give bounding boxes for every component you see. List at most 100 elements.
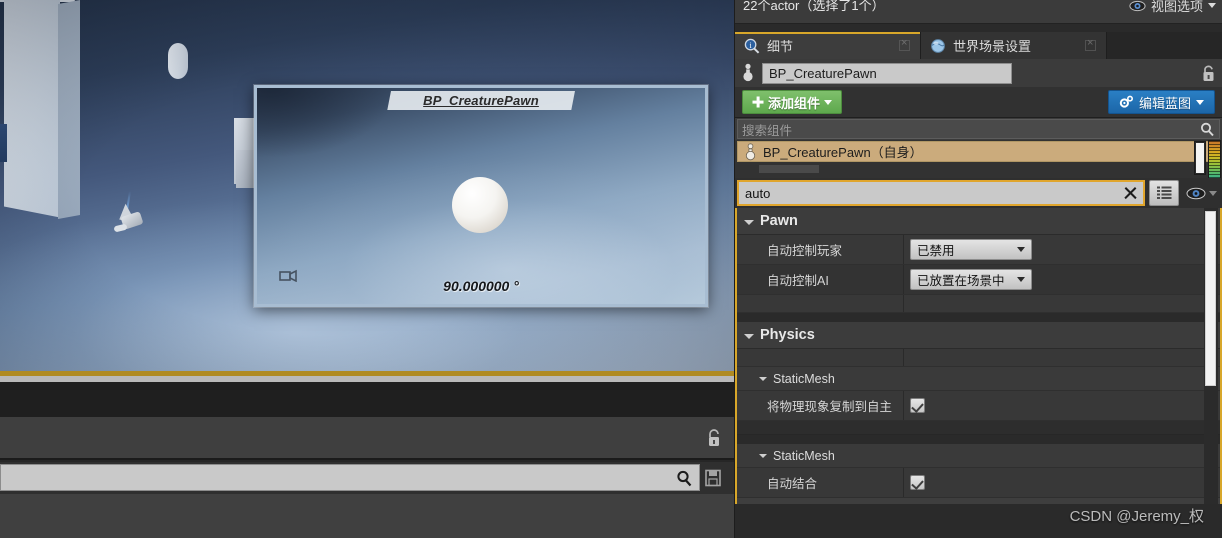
properties-scrollbar[interactable]: [1204, 208, 1218, 504]
property-row-replicate-physics-to-autonomous[interactable]: 将物理现象复制到自主: [737, 391, 1220, 421]
chevron-expanded-icon: [744, 333, 754, 339]
edit-blueprint-label: 编辑蓝图: [1138, 95, 1191, 111]
category-header-pawn[interactable]: Pawn: [737, 208, 1220, 235]
editor-window: BP_CreaturePawn 90.000000 ° 22个actor（选择了…: [0, 0, 1222, 538]
add-component-label: 添加组件: [768, 95, 821, 111]
property-value: [903, 391, 1220, 420]
panel-accent-bar: [0, 124, 7, 162]
edit-blueprint-button[interactable]: 编辑蓝图: [1107, 90, 1215, 114]
component-search-input[interactable]: 搜索组件: [737, 119, 1220, 139]
globe-icon: [931, 38, 945, 53]
view-options-label: 视图选项: [1150, 0, 1203, 14]
property-filter-value: auto: [745, 185, 771, 201]
category-title-pawn: Pawn: [760, 213, 798, 229]
close-icon[interactable]: [1123, 186, 1137, 200]
spacer-left: [737, 349, 903, 366]
properties-list: Pawn 自动控制玩家 已禁用 自动控制AI 已放置在场景中 Physics S…: [735, 208, 1222, 504]
details-tabs: i 细节 世界场景设置: [735, 32, 1222, 59]
properties-scrollbar-thumb[interactable]: [1205, 211, 1216, 386]
component-search-row: 搜索组件: [735, 118, 1222, 140]
details-magnifier-icon: i: [744, 38, 760, 54]
property-filter-row: auto: [735, 178, 1222, 208]
subcategory-header-staticmesh[interactable]: StaticMesh: [737, 444, 1220, 468]
camera-preview-label: BP_CreaturePawn: [387, 91, 575, 110]
category-gap: [737, 435, 1220, 444]
pawn-icon: [743, 63, 753, 82]
actor-count-bar: 22个actor（选择了1个） 视图选项: [735, 0, 1222, 24]
panel-dark-strip: [0, 382, 734, 417]
chevron-down-icon: [1017, 247, 1025, 252]
panel-search-row: [0, 462, 734, 494]
auto-possess-ai-value: 已放置在场景中: [917, 274, 1005, 288]
tab-world-settings-label: 世界场景设置: [953, 39, 1032, 54]
property-filter-input[interactable]: auto: [737, 180, 1145, 206]
property-row-spacer: [737, 349, 1220, 367]
preview-sphere-mesh: [452, 177, 508, 233]
collapse-section-button[interactable]: [737, 498, 1220, 504]
search-icon[interactable]: [1200, 122, 1215, 137]
property-label: 将物理现象复制到自主: [767, 400, 893, 414]
property-value: 已放置在场景中: [903, 265, 1220, 294]
pawn-icon: [745, 142, 756, 160]
panel-content-area: [0, 494, 734, 538]
category-gap: [737, 313, 1220, 322]
replicate-physics-checkbox[interactable]: [910, 398, 925, 413]
subcategory-title: StaticMesh: [773, 371, 835, 386]
unlock-icon[interactable]: [1201, 64, 1216, 82]
component-tree-scrollbar[interactable]: [1194, 141, 1206, 175]
chevron-down-icon: [1209, 190, 1217, 196]
property-label: 自动控制玩家: [767, 244, 843, 258]
auto-possess-player-dropdown[interactable]: 已禁用: [910, 239, 1032, 260]
details-panel: 22个actor（选择了1个） 视图选项 i 细节 × 世界场景设置 × BP_…: [735, 0, 1222, 538]
actor-name-input[interactable]: [762, 62, 1012, 84]
plus-icon: [752, 96, 764, 108]
level-viewport[interactable]: BP_CreaturePawn 90.000000 °: [0, 0, 734, 376]
property-row-auto-weld[interactable]: 自动结合: [737, 468, 1220, 498]
tab-details-close-icon[interactable]: [899, 37, 910, 51]
view-options-button[interactable]: 视图选项: [1129, 0, 1216, 15]
subcategory-title: StaticMesh: [773, 448, 835, 463]
save-icon[interactable]: [705, 469, 722, 487]
component-tree-item-label: BP_CreaturePawn（自身）: [763, 145, 923, 160]
property-value: 已禁用: [903, 235, 1220, 264]
property-row-auto-possess-player[interactable]: 自动控制玩家 已禁用: [737, 235, 1220, 265]
lower-left-panels: [0, 376, 734, 538]
chevron-down-icon: [1196, 99, 1204, 105]
camera-preview-label-text: BP_CreaturePawn: [423, 93, 539, 108]
add-component-button[interactable]: 添加组件: [742, 90, 843, 114]
auto-possess-ai-dropdown[interactable]: 已放置在场景中: [910, 269, 1032, 290]
grid-view-icon[interactable]: [1149, 180, 1179, 206]
actor-count-label: 22个actor（选择了1个）: [743, 0, 885, 13]
chevron-down-icon: [1017, 277, 1025, 282]
panel-toolbar: [0, 417, 734, 460]
category-header-physics[interactable]: Physics: [737, 322, 1220, 349]
component-tree-item-partial[interactable]: [737, 165, 1220, 174]
eye-icon: [1129, 0, 1146, 11]
component-tree-scrollbar-thumb[interactable]: [1196, 143, 1204, 173]
property-label: 自动控制AI: [767, 274, 829, 288]
tab-details-label: 细节: [767, 39, 794, 54]
grid-glyph: [1156, 186, 1171, 199]
property-value: [903, 468, 1220, 497]
chevron-expanded-icon: [759, 453, 767, 458]
subcategory-header-physics-staticmesh[interactable]: StaticMesh: [737, 367, 1220, 391]
search-icon[interactable]: [676, 470, 693, 487]
visibility-options-dropdown[interactable]: [1183, 187, 1220, 200]
tab-world-settings-close-icon[interactable]: [1085, 37, 1096, 51]
auto-weld-checkbox[interactable]: [910, 475, 925, 490]
component-tree: BP_CreaturePawn（自身）: [735, 140, 1222, 195]
tab-world-settings[interactable]: 世界场景设置: [921, 32, 1107, 59]
lock-icon[interactable]: [706, 429, 722, 447]
camera-preview-window[interactable]: BP_CreaturePawn 90.000000 °: [254, 85, 708, 307]
auto-possess-player-value: 已禁用: [917, 244, 955, 258]
property-row-auto-possess-ai[interactable]: 自动控制AI 已放置在场景中: [737, 265, 1220, 295]
chevron-expanded-icon: [744, 219, 754, 225]
panel-search-input[interactable]: [0, 464, 700, 491]
property-row-spacer: [737, 295, 1220, 313]
component-tree-item-self[interactable]: BP_CreaturePawn（自身）: [737, 141, 1220, 162]
spacer-right: [903, 295, 1220, 312]
chevron-expanded-icon: [759, 376, 767, 381]
camera-preview-angle: 90.000000 °: [443, 278, 519, 294]
panel-gap: [735, 24, 1222, 32]
tab-details[interactable]: i 细节: [735, 32, 921, 59]
